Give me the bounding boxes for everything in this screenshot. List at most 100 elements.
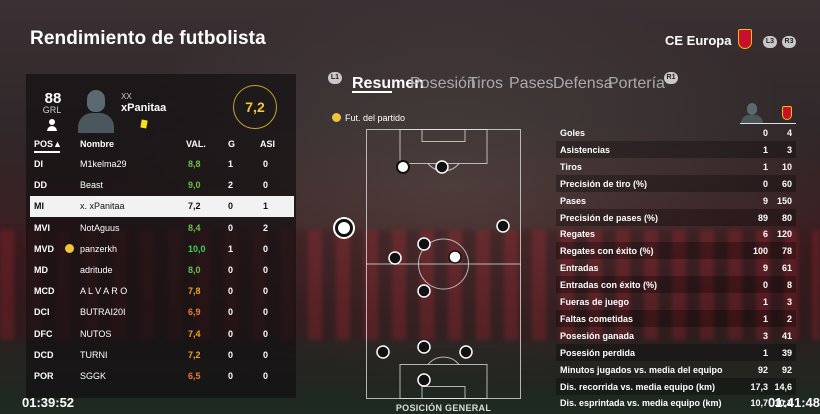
row-name: TURNI [80,349,108,360]
stat-player-value: 0 [762,280,768,291]
r3-button-hint-icon[interactable]: R3 [782,36,796,48]
page-title: Rendimiento de futbolista [30,28,266,49]
top-goal-area [421,129,466,142]
tab-posesion[interactable]: Posesión [410,75,476,93]
table-row[interactable]: MVD panzerkh 10,0 1 0 [30,239,294,260]
stat-row: Goles 0 4 [556,124,796,141]
table-row[interactable]: DFC NUTOS 7,4 0 0 [30,324,294,345]
row-goals: 0 [228,328,234,339]
man-of-the-match-icon [332,113,341,122]
bottom-goal-area [421,386,466,399]
row-goals: 0 [228,201,234,212]
stat-label: Precisión de tiro (%) [560,178,648,189]
stat-player-value: 92 [757,364,768,375]
row-assists: 0 [263,349,269,360]
table-row[interactable]: DCI BUTRAI20I 6,9 0 0 [30,302,294,323]
row-assists: 0 [263,159,269,169]
stat-label: Fueras de juego [560,297,630,307]
tab-tiros[interactable]: Tiros [468,75,503,93]
player-dot [417,284,431,298]
row-rating: 9,0 [188,180,201,191]
row-position: MD [34,265,48,275]
stat-player-value: 0 [762,128,768,138]
row-rating: 8,8 [188,159,201,169]
stat-row: Asistencias 1 3 [556,140,796,158]
r1-button-hint-icon[interactable]: R1 [664,72,678,84]
pitch-caption: POSICIÓN GENERAL [395,403,492,413]
l1-button-hint-icon[interactable]: L1 [328,72,342,84]
stat-team-value: 4 [786,128,792,138]
stat-team-value: 39 [781,347,792,358]
stat-team-value: 41 [781,330,792,341]
row-goals: 1 [228,159,234,169]
row-assists: 0 [263,265,269,275]
row-goals: 1 [228,243,234,254]
team-crest-icon [738,29,752,49]
tab-porteria[interactable]: Portería [608,75,665,93]
row-name: BUTRAI20I [80,307,126,318]
table-row[interactable]: DD Beast 9,0 2 0 [30,175,294,196]
row-position: DI [34,159,43,169]
column-header-val[interactable]: VAL. [186,139,206,149]
stat-row: Posesión ganada 3 41 [556,327,796,344]
stat-player-value: 1 [762,144,768,155]
table-row[interactable]: DI M1kelma29 8,8 1 0 [30,154,294,175]
stat-player-value: 6 [762,229,768,240]
table-row[interactable]: POR SGGK 6,5 0 0 [30,366,294,387]
column-header-pos[interactable]: POS▲ [34,139,62,149]
row-rating: 6,5 [188,371,201,381]
table-row[interactable]: MD adritude 8,0 0 0 [30,260,294,281]
stat-label: Dis. recorrida vs. media equipo (km) [560,381,716,392]
row-position: MVI [34,222,51,233]
column-header-name[interactable]: Nombre [80,139,114,149]
stat-player-value: 9 [762,195,768,206]
player-name: xPanitaa [121,102,167,114]
top-penalty-box [399,129,488,164]
selected-player-marker [335,219,353,237]
tab-defensa[interactable]: Defensa [553,75,613,93]
player-dot [435,160,449,174]
table-row[interactable]: MVI NotAguus 8,4 0 2 [30,218,294,239]
stat-label: Regates con éxito (%) [560,246,654,257]
row-position: POR [34,371,54,381]
stat-row: Entradas 9 61 [556,259,796,276]
row-goals: 0 [228,349,234,360]
row-rating: 7,4 [188,328,201,339]
stat-team-value: 3 [786,297,792,307]
table-row[interactable]: MCD A L V A R O 7,8 0 0 [30,281,294,302]
row-position: DFC [34,328,53,339]
player-dot [417,373,431,387]
l3-button-hint-icon[interactable]: L3 [763,36,777,48]
tab-pases[interactable]: Pases [509,75,553,93]
row-goals: 2 [228,180,234,191]
stat-label: Regates [560,229,596,240]
player-dot [417,340,431,354]
stat-label: Posesión perdida [560,347,636,358]
row-rating: 8,4 [188,222,201,233]
row-name: NUTOS [80,328,112,339]
row-name: adritude [80,265,113,275]
stat-label: Goles [560,128,586,138]
motm-legend-label: Fut. del partido [345,113,406,123]
column-header-goals[interactable]: G [228,139,235,149]
person-icon [46,119,58,131]
row-goals: 0 [228,371,234,381]
table-row[interactable]: DCD TURNI 7,2 0 0 [30,345,294,366]
table-row[interactable]: MI x. xPanitaa 7,2 0 1 [30,196,294,218]
stat-player-value: 100 [752,246,768,257]
stat-player-value: 89 [757,212,768,223]
stat-team-value: 92 [781,364,792,375]
stat-label: Entradas con éxito (%) [560,280,658,291]
row-position: DCD [34,349,54,360]
row-assists: 0 [263,243,269,254]
column-header-assists[interactable]: ASI [260,139,275,149]
stat-team-value: 80 [781,212,792,223]
row-name: Beast [80,180,104,191]
player-dot [376,345,390,359]
stat-label: Tiros [560,161,582,172]
stat-player-value: 1 [762,297,768,307]
stat-label: Faltas cometidas [560,313,634,324]
active-tab-underline [352,91,392,93]
player-dot-motm [448,250,462,264]
row-position: MCD [34,286,55,297]
